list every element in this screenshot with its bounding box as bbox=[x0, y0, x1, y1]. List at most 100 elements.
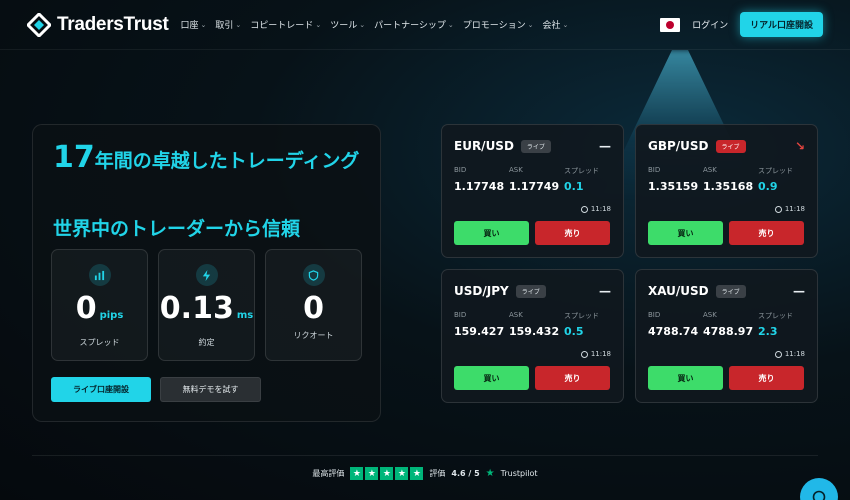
nav-item-promotion[interactable]: プロモーション ⌄ bbox=[463, 18, 534, 32]
hero-subtitle: 世界中のトレーダーから信頼 bbox=[53, 218, 301, 240]
bid-value: 1.17748 bbox=[454, 180, 505, 193]
currency-pair: USD/JPY bbox=[454, 284, 509, 298]
quote-card-xauusd: XAU/USD ライブ — BID ASK スプレッド 4788.74 4788… bbox=[635, 269, 818, 403]
ask-label: ASK bbox=[703, 166, 717, 174]
spread-label: スプレッド bbox=[564, 312, 599, 320]
quote-values: 1.35159 1.35168 0.9 bbox=[648, 180, 818, 193]
chat-support-button[interactable] bbox=[800, 478, 838, 500]
buy-button[interactable]: 買い bbox=[648, 221, 723, 245]
stat-unit: ms bbox=[236, 310, 254, 321]
nav-item-copy-trade[interactable]: コピートレード ⌄ bbox=[250, 18, 322, 32]
bid-label: BID bbox=[454, 311, 467, 319]
stat-value: 0 bbox=[303, 292, 324, 326]
nav-label: 取引 bbox=[215, 21, 234, 31]
nav-label: 会社 bbox=[542, 21, 561, 31]
spread-value: 0.9 bbox=[758, 180, 778, 193]
star-icon: ★ bbox=[395, 467, 409, 480]
ask-value: 4788.97 bbox=[703, 325, 754, 338]
clock-icon bbox=[774, 350, 782, 358]
open-live-account-button[interactable]: ライブ口座開設 bbox=[51, 377, 151, 402]
trade-buttons: 買い 売り bbox=[648, 221, 804, 245]
time-text: 11:18 bbox=[784, 205, 805, 213]
nav-item-company[interactable]: 会社 ⌄ bbox=[542, 18, 568, 32]
stat-spread: 0 pips スプレッド bbox=[51, 249, 148, 361]
chevron-down-icon: ⌄ bbox=[359, 20, 366, 29]
quote-values: 4788.74 4788.97 2.3 bbox=[648, 325, 818, 338]
ask-label: ASK bbox=[703, 311, 717, 319]
quote-labels: BID ASK スプレッド bbox=[648, 311, 818, 321]
stat-number: 0 bbox=[303, 291, 324, 326]
quote-header: EUR/USD ライブ bbox=[454, 139, 551, 153]
chat-icon bbox=[812, 490, 826, 500]
spread-value: 2.3 bbox=[758, 325, 778, 338]
hero-title: 17年間の卓越したトレーディング bbox=[53, 143, 373, 173]
stat-unit: pips bbox=[99, 310, 124, 321]
quote-header: GBP/USD ライブ bbox=[648, 139, 746, 153]
nav-item-partnership[interactable]: パートナーシップ ⌄ bbox=[374, 18, 454, 32]
shield-icon-svg bbox=[308, 269, 319, 281]
spread-value: 0.5 bbox=[564, 325, 584, 338]
nav-item-trading[interactable]: 取引 ⌄ bbox=[215, 18, 242, 32]
logo[interactable]: TradersTrust bbox=[27, 12, 169, 37]
trustpilot-rating[interactable]: 最高評価 ★ ★ ★ ★ ★ 評価 4.6 / 5 ★ Trustpilot bbox=[0, 467, 850, 480]
stat-value: 0 pips bbox=[76, 292, 124, 333]
star-icon: ★ bbox=[380, 467, 394, 480]
spread-label: スプレッド bbox=[758, 312, 793, 320]
live-badge: ライブ bbox=[715, 139, 746, 153]
clock-icon bbox=[774, 205, 782, 213]
quote-values: 1.17748 1.17749 0.1 bbox=[454, 180, 624, 193]
sell-button[interactable]: 売り bbox=[729, 366, 804, 390]
quote-time: 11:18 bbox=[580, 350, 611, 358]
time-text: 11:18 bbox=[590, 350, 611, 358]
chevron-down-icon: ⌄ bbox=[315, 20, 322, 29]
trade-buttons: 買い 売り bbox=[454, 366, 610, 390]
nav-label: パートナーシップ bbox=[374, 21, 446, 31]
rating-prefix: 最高評価 bbox=[312, 469, 345, 478]
buy-button[interactable]: 買い bbox=[648, 366, 723, 390]
japan-flag-icon[interactable] bbox=[660, 17, 681, 32]
open-real-account-button[interactable]: リアル口座開設 bbox=[740, 12, 823, 37]
quote-labels: BID ASK スプレッド bbox=[454, 166, 624, 176]
time-text: 11:18 bbox=[590, 205, 611, 213]
quote-time: 11:18 bbox=[580, 205, 611, 213]
top-nav-bar: TradersTrust 口座 ⌄ 取引 ⌄ コピートレード ⌄ ツール ⌄ パートナー… bbox=[0, 0, 850, 50]
bid-value: 1.35159 bbox=[648, 180, 699, 193]
rating-score: 4.6 / 5 bbox=[451, 469, 480, 478]
trustpilot-star-icon: ★ bbox=[485, 468, 495, 479]
try-free-demo-button[interactable]: 無料デモを試す bbox=[160, 377, 261, 402]
sell-button[interactable]: 売り bbox=[729, 221, 804, 245]
chevron-down-icon: ⌄ bbox=[235, 20, 242, 29]
bid-value: 4788.74 bbox=[648, 325, 699, 338]
login-link[interactable]: ログイン bbox=[692, 18, 728, 31]
section-divider bbox=[32, 455, 818, 456]
ask-label: ASK bbox=[509, 311, 523, 319]
trend-down-icon: ↘ bbox=[794, 139, 805, 153]
nav-item-tools[interactable]: ツール ⌄ bbox=[330, 18, 366, 32]
quote-header: XAU/USD ライブ bbox=[648, 284, 746, 298]
currency-pair: XAU/USD bbox=[648, 284, 709, 298]
sell-button[interactable]: 売り bbox=[535, 221, 610, 245]
quote-values: 159.427 159.432 0.5 bbox=[454, 325, 624, 338]
buy-button[interactable]: 買い bbox=[454, 221, 529, 245]
trade-buttons: 買い 売り bbox=[454, 221, 610, 245]
traders-trust-logo-icon bbox=[27, 12, 51, 37]
quote-card-gbpusd: GBP/USD ライブ ↘ BID ASK スプレッド 1.35159 1.35… bbox=[635, 124, 818, 258]
chevron-down-icon: ⌄ bbox=[527, 20, 534, 29]
live-badge: ライブ bbox=[520, 139, 551, 153]
spread-label: スプレッド bbox=[564, 167, 599, 175]
nav-item-account[interactable]: 口座 ⌄ bbox=[180, 18, 207, 32]
buy-button[interactable]: 買い bbox=[454, 366, 529, 390]
sell-button[interactable]: 売り bbox=[535, 366, 610, 390]
flag-circle bbox=[666, 20, 675, 29]
quote-time: 11:18 bbox=[774, 205, 805, 213]
spread-label: スプレッド bbox=[758, 167, 793, 175]
nav-label: 口座 bbox=[180, 21, 199, 31]
main-nav: 口座 ⌄ 取引 ⌄ コピートレード ⌄ ツール ⌄ パートナーシップ ⌄ プロモーション ⌄… bbox=[180, 18, 569, 32]
stat-number: 0 bbox=[75, 291, 97, 326]
trend-flat-icon: — bbox=[599, 284, 611, 298]
bid-label: BID bbox=[454, 166, 467, 174]
stat-requote: 0 リクオート bbox=[265, 249, 362, 361]
quote-card-usdjpy: USD/JPY ライブ — BID ASK スプレッド 159.427 159.… bbox=[441, 269, 624, 403]
live-badge: ライブ bbox=[515, 284, 546, 298]
trade-buttons: 買い 売り bbox=[648, 366, 804, 390]
